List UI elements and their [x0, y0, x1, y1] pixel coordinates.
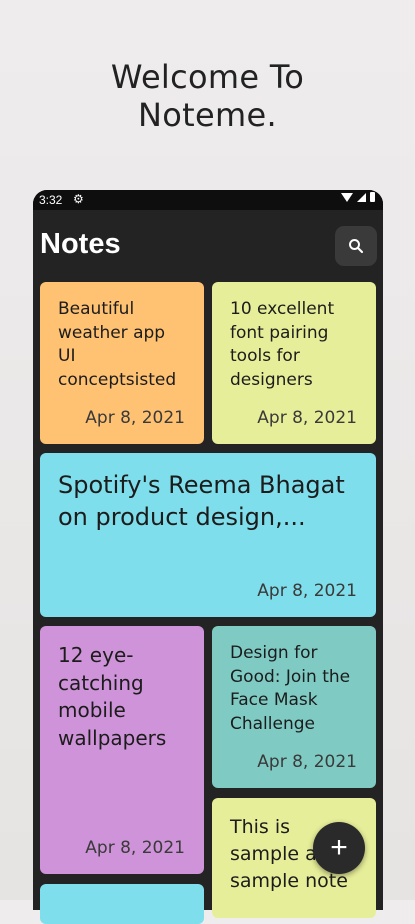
note-date: Apr 8, 2021 [85, 408, 185, 428]
status-icons [341, 192, 375, 202]
search-icon [349, 239, 364, 254]
welcome-line-2: Noteme. [138, 96, 277, 134]
note-title: Design for Good: Join the Face Mask Chal… [230, 643, 351, 734]
battery-icon [370, 192, 375, 202]
note-card[interactable]: Spotify's Reema Bhagat on product design… [40, 453, 376, 617]
note-title: 10 excellent font pairing tools for desi… [230, 299, 335, 390]
welcome-heading: Welcome To Noteme. [0, 58, 415, 134]
search-button[interactable] [335, 226, 377, 266]
note-date: Apr 8, 2021 [257, 752, 357, 772]
status-bar: 3:32 ⚙ [33, 190, 383, 210]
page-title: Notes [40, 228, 121, 260]
note-card[interactable]: Design for Good: Join the Face Mask Chal… [212, 626, 376, 788]
status-time: 3:32 [39, 193, 63, 207]
note-card[interactable]: 10 excellent font pairing tools for desi… [212, 282, 376, 444]
note-date: Apr 8, 2021 [85, 838, 185, 858]
note-date: Apr 8, 2021 [257, 581, 357, 601]
note-card[interactable]: 12 eye-catching mobile wallpapers Apr 8,… [40, 626, 204, 874]
note-title: 12 eye-catching mobile wallpapers [58, 643, 167, 750]
cellular-icon [357, 192, 366, 202]
welcome-line-1: Welcome To [110, 58, 305, 96]
add-note-button[interactable]: + [313, 822, 365, 874]
note-card[interactable] [40, 884, 204, 924]
note-title: Spotify's Reema Bhagat on product design… [58, 471, 345, 531]
gear-icon: ⚙ [73, 192, 84, 206]
wifi-icon [341, 192, 353, 202]
plus-icon: + [330, 831, 348, 864]
note-date: Apr 8, 2021 [257, 408, 357, 428]
note-card[interactable]: Beautiful weather app UI conceptsisted A… [40, 282, 204, 444]
note-title: Beautiful weather app UI conceptsisted [58, 299, 177, 390]
